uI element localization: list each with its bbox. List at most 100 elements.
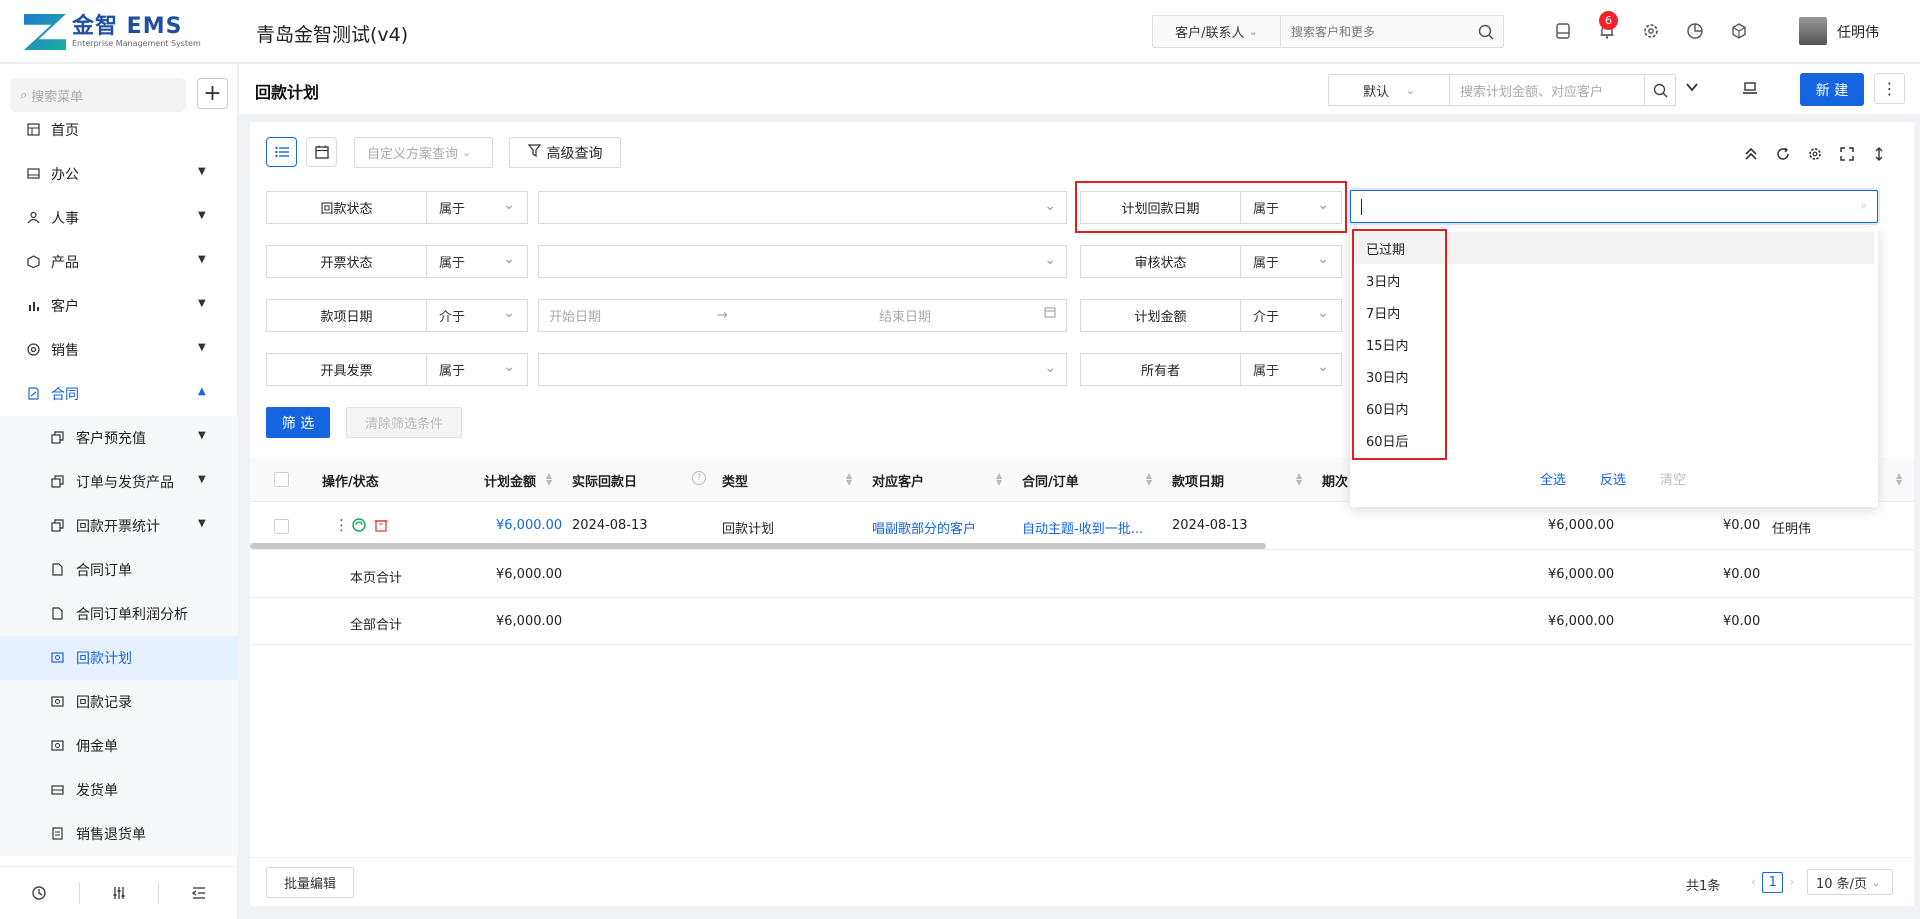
sidebar-item-contract-orders[interactable]: 合同订单 xyxy=(0,548,238,592)
operator-select[interactable]: 介于 xyxy=(427,299,528,332)
gear-icon[interactable] xyxy=(1640,20,1662,42)
operator-select[interactable]: 介于 xyxy=(1241,299,1342,332)
cell-contract-link[interactable]: 自动主题-收到一批... xyxy=(1022,518,1143,537)
batch-edit-button[interactable]: 批量编辑 xyxy=(266,867,354,898)
col-header-amount[interactable]: 计划金额 xyxy=(484,471,536,490)
filter-button[interactable]: 筛 选 xyxy=(266,407,330,438)
col-header-customer[interactable]: 对应客户 xyxy=(872,471,924,490)
sidebar-item-office[interactable]: 办公 ▼ xyxy=(0,152,238,196)
avatar[interactable] xyxy=(1799,17,1827,45)
sidebar-item-profit-analysis[interactable]: 合同订单利润分析 xyxy=(0,592,238,636)
page-number[interactable]: 1 xyxy=(1762,872,1784,893)
col-header-due-date[interactable]: 款项日期 xyxy=(1172,471,1224,490)
col-header-contract[interactable]: 合同/订单 xyxy=(1022,471,1079,490)
planned-date-select-input[interactable]: ⌕ xyxy=(1350,190,1878,223)
sidebar-item-customer[interactable]: 客户 ▼ xyxy=(0,284,238,328)
sidebar-search-input[interactable]: ⌕ 搜索菜单 xyxy=(10,78,186,112)
sidebar-item-home[interactable]: 首页 xyxy=(0,108,238,152)
date-range-picker[interactable]: 开始日期 → 结束日期 xyxy=(538,299,1067,332)
advanced-query-button[interactable]: 高级查询 xyxy=(509,137,621,168)
sidebar-item-product[interactable]: 产品 ▼ xyxy=(0,240,238,284)
operator-select[interactable]: 属于 xyxy=(427,353,528,386)
operator-select[interactable]: 属于 xyxy=(1241,353,1342,386)
page-size-select[interactable]: 10 条/页 ⌄ xyxy=(1807,869,1893,895)
operator-select[interactable]: 属于 xyxy=(427,191,528,224)
cell-amount[interactable]: ¥6,000.00 xyxy=(496,518,562,533)
sidebar-item-customer-prepay[interactable]: 客户预充值 ▼ xyxy=(0,416,238,460)
invert-selection-link[interactable]: 反选 xyxy=(1600,469,1626,488)
clear-selection-link[interactable]: 清空 xyxy=(1660,469,1686,488)
help-icon[interactable]: ? xyxy=(692,471,706,485)
laptop-icon[interactable] xyxy=(1742,80,1758,100)
view-select[interactable]: 默认 ⌄ xyxy=(1328,74,1450,106)
invoice-issued-select[interactable]: ⌄ xyxy=(538,353,1067,386)
cell-actual-date: 2024-08-13 xyxy=(572,518,648,533)
sliders-icon[interactable] xyxy=(80,882,160,904)
row-checkbox[interactable] xyxy=(274,519,289,534)
sort-icon[interactable]: ▲ ▼ xyxy=(846,472,852,487)
money-icon xyxy=(51,739,64,752)
calendar-view-icon[interactable] xyxy=(306,137,337,167)
start-date-input[interactable]: 开始日期 xyxy=(549,306,601,325)
custom-query-select[interactable]: 自定义方案查询 ⌄ xyxy=(354,137,493,168)
search-icon[interactable] xyxy=(1469,24,1503,40)
sidebar-add-button[interactable]: + xyxy=(197,78,228,109)
sidebar-item-commission[interactable]: 佣金单 xyxy=(0,724,238,768)
sidebar-item-shipping[interactable]: 发货单 xyxy=(0,768,238,812)
cell-type: 回款计划 xyxy=(722,522,775,537)
search-scope-select[interactable]: 客户/联系人 ⌄ xyxy=(1153,16,1281,47)
col-header-period[interactable]: 期次 xyxy=(1322,471,1348,490)
global-search-input[interactable] xyxy=(1281,24,1469,39)
pie-chart-icon[interactable] xyxy=(1684,20,1706,42)
more-menu-icon[interactable]: ⋮ xyxy=(1874,73,1905,104)
col-header-actual-date[interactable]: 实际回款日 xyxy=(572,471,637,490)
payment-status-select[interactable]: ⌄ xyxy=(538,191,1067,224)
sidebar-item-payment-records[interactable]: 回款记录 xyxy=(0,680,238,724)
refresh-icon[interactable] xyxy=(1773,144,1792,163)
sidebar-item-orders-shipping[interactable]: 订单与发货产品 ▼ xyxy=(0,460,238,504)
search-icon[interactable] xyxy=(1644,74,1676,106)
operator-select[interactable]: 属于 xyxy=(427,245,528,278)
row-height-icon[interactable] xyxy=(1869,144,1888,163)
sort-icon[interactable]: ▲ ▼ xyxy=(1296,472,1302,487)
sidebar-item-contract[interactable]: 合同 ▲ xyxy=(0,372,238,416)
user-name[interactable]: 任明伟 xyxy=(1837,22,1879,42)
inbox-icon[interactable] xyxy=(1552,20,1574,42)
fullscreen-icon[interactable] xyxy=(1837,144,1856,163)
invoice-status-select[interactable]: ⌄ xyxy=(538,245,1067,278)
sort-icon[interactable]: ▲ ▼ xyxy=(546,472,552,487)
page-search-input[interactable]: 搜索计划金额、对应客户 xyxy=(1449,74,1645,106)
prev-page-icon[interactable]: ‹ xyxy=(1751,875,1756,890)
sort-icon[interactable]: ▲ ▼ xyxy=(1146,472,1152,487)
next-page-icon[interactable]: › xyxy=(1789,875,1794,890)
row-more-icon[interactable]: ⋮ xyxy=(334,517,349,533)
sidebar-item-sales-return[interactable]: 销售退货单 xyxy=(0,812,238,856)
chevron-down-icon[interactable] xyxy=(1685,80,1699,98)
sidebar-item-sales[interactable]: 销售 ▼ xyxy=(0,328,238,372)
clear-filter-button[interactable]: 清除筛选条件 xyxy=(346,407,462,438)
cell-customer-link[interactable]: 唱副歌部分的客户 xyxy=(872,518,976,537)
settings-icon[interactable] xyxy=(1805,144,1824,163)
history-icon[interactable] xyxy=(0,882,80,904)
receipt-icon xyxy=(51,827,64,840)
cube-icon[interactable] xyxy=(1728,20,1750,42)
collapse-up-icon[interactable] xyxy=(1741,144,1760,163)
sort-icon[interactable]: ▲ ▼ xyxy=(1896,472,1902,487)
select-all-link[interactable]: 全选 xyxy=(1540,469,1566,488)
status-sync-icon[interactable] xyxy=(352,518,366,536)
logo[interactable]: 金智 EMS Enterprise Management System xyxy=(24,14,201,50)
sidebar-item-hr[interactable]: 人事 ▼ xyxy=(0,196,238,240)
sort-icon[interactable]: ▲ ▼ xyxy=(996,472,1002,487)
horizontal-scrollbar[interactable] xyxy=(250,543,1266,549)
select-all-checkbox[interactable] xyxy=(274,472,289,487)
sidebar-item-payment-plan[interactable]: 回款计划 xyxy=(0,636,238,680)
col-header-type[interactable]: 类型 xyxy=(722,471,748,490)
list-view-icon[interactable] xyxy=(266,137,297,167)
operator-select[interactable]: 属于 xyxy=(1241,245,1342,278)
collapse-menu-icon[interactable] xyxy=(159,882,238,904)
sidebar-item-payment-invoice-stats[interactable]: 回款开票统计 ▼ xyxy=(0,504,238,548)
end-date-input[interactable]: 结束日期 xyxy=(879,306,931,325)
new-button[interactable]: 新 建 xyxy=(1800,73,1864,106)
delete-icon[interactable] xyxy=(374,518,388,536)
box-icon xyxy=(27,255,40,269)
